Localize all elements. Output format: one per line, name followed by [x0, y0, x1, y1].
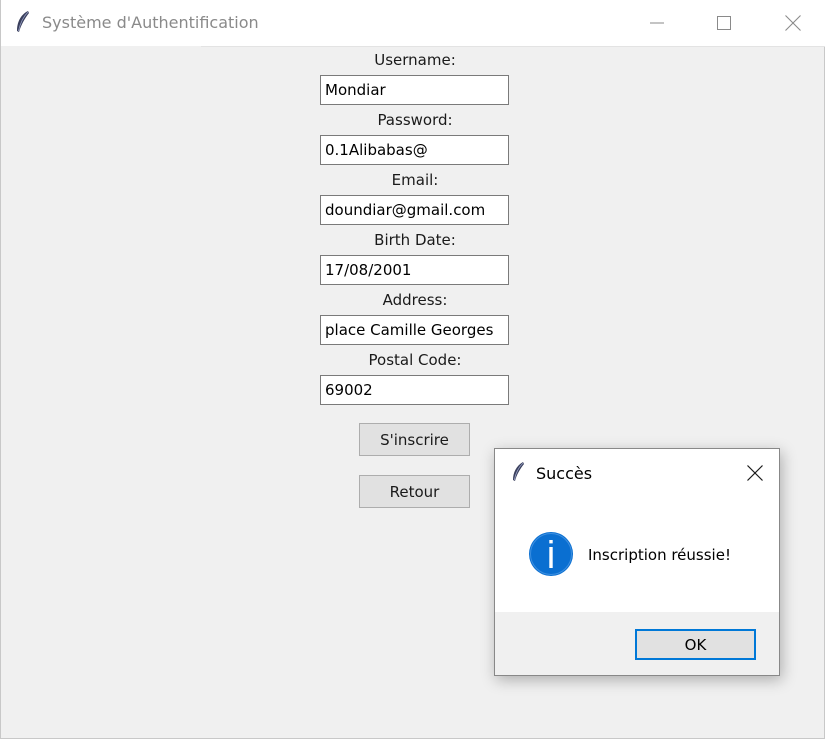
postal-code-input[interactable]: 69002	[320, 375, 509, 405]
ok-button[interactable]: OK	[635, 629, 756, 660]
dialog-title: Succès	[536, 464, 593, 483]
title-bar-divider	[201, 46, 825, 47]
title-bar[interactable]: Système d'Authentification	[1, 0, 825, 46]
feather-icon	[513, 462, 524, 481]
info-icon	[529, 532, 573, 576]
maximize-button[interactable]	[701, 0, 747, 46]
birth-date-label: Birth Date:	[374, 231, 456, 249]
username-input[interactable]: Mondiar	[320, 75, 509, 105]
email-label: Email:	[391, 171, 439, 189]
dialog-close-button[interactable]	[739, 457, 771, 489]
window-title: Système d'Authentification	[42, 13, 259, 32]
success-dialog: Succès Inscription réussie! OK	[494, 448, 780, 676]
address-label: Address:	[382, 291, 448, 309]
birth-date-input[interactable]: 17/08/2001	[320, 255, 509, 285]
maximize-icon	[717, 16, 731, 30]
close-button[interactable]	[770, 0, 816, 46]
minimize-button[interactable]	[634, 0, 680, 46]
password-label: Password:	[377, 111, 453, 129]
close-icon	[785, 15, 801, 31]
minimize-icon	[650, 22, 664, 24]
email-input[interactable]: doundiar@gmail.com	[320, 195, 509, 225]
feather-icon	[17, 11, 29, 32]
dialog-message: Inscription réussie!	[588, 546, 731, 564]
back-button[interactable]: Retour	[359, 475, 470, 508]
password-input[interactable]: 0.1Alibabas@	[320, 135, 509, 165]
dialog-footer: OK	[495, 612, 779, 675]
address-input[interactable]: place Camille Georges	[320, 315, 509, 345]
postal-code-label: Postal Code:	[368, 351, 462, 369]
close-icon	[747, 465, 763, 481]
username-label: Username:	[374, 51, 456, 69]
register-button[interactable]: S'inscrire	[359, 423, 470, 456]
